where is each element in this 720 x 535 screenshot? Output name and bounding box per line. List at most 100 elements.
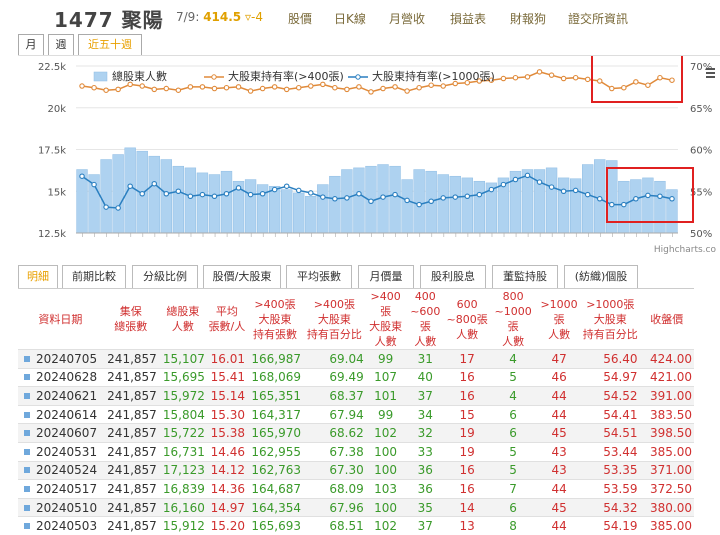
- tab-compare[interactable]: 前期比較: [62, 265, 126, 289]
- menu-icon-bar: [706, 68, 715, 70]
- column-header[interactable]: 600 ~800張 人數: [445, 288, 490, 350]
- cell-value: 164,687: [251, 481, 302, 496]
- tab-price-holder[interactable]: 股價/大股東: [203, 265, 281, 289]
- tab-ratio[interactable]: 分級比例: [132, 265, 198, 289]
- column-header[interactable]: >400張 大股東 持有百分比: [303, 288, 366, 350]
- cell-value: 6: [509, 407, 517, 422]
- bar: [413, 169, 425, 234]
- big-holder-1000-point: [115, 205, 121, 211]
- big-holder-1000-point: [368, 198, 374, 205]
- table-cell: 17: [445, 349, 490, 369]
- cell-value: 107: [374, 370, 398, 385]
- table-cell: 241,857: [102, 516, 159, 535]
- row-marker-icon: [24, 523, 30, 530]
- table-cell: 54.19: [581, 516, 640, 535]
- table-cell: 385.00: [639, 441, 694, 462]
- cell-value: 20240614: [36, 407, 98, 422]
- table-cell: 241,857: [102, 479, 159, 499]
- table-cell: 53.44: [581, 441, 640, 462]
- table-cell: 15.41: [206, 367, 247, 387]
- column-header[interactable]: 總股東 人數: [158, 288, 207, 350]
- column-header[interactable]: >1000張 人數: [537, 288, 582, 350]
- big-holder-400-point: [633, 79, 639, 85]
- bar: [148, 155, 160, 234]
- nav-statementdog[interactable]: 財報狗: [510, 10, 546, 27]
- big-holder-1000-point: [356, 191, 362, 197]
- cell-value: 19: [459, 444, 475, 459]
- table-cell: 56.40: [581, 349, 640, 369]
- cell-value: 43: [551, 444, 567, 459]
- tab-industry[interactable]: (紡織)個股: [564, 265, 638, 289]
- table-cell: 100: [365, 460, 406, 480]
- tab-detail[interactable]: 明細: [18, 265, 58, 289]
- tab-month[interactable]: 月: [18, 34, 44, 56]
- column-header[interactable]: 資料日期: [18, 288, 103, 350]
- table-cell: 54.52: [581, 386, 640, 406]
- cell-value: 16: [459, 481, 475, 496]
- row-marker-icon: [24, 355, 30, 362]
- cell-value: 17: [459, 351, 475, 366]
- table-cell: 4: [489, 349, 538, 369]
- big-holder-1000-point: [139, 191, 145, 197]
- table-cell: 424.00: [639, 349, 694, 369]
- big-holder-1000-point: [308, 190, 314, 196]
- big-holder-1000-point: [380, 194, 386, 200]
- column-header[interactable]: 平均 張數/人: [206, 288, 247, 350]
- table-cell: 20240524: [18, 460, 103, 480]
- table-cell: 45: [537, 497, 582, 517]
- column-header[interactable]: >400張 大股東 人數: [365, 288, 406, 350]
- tab-fifty-weeks[interactable]: 近五十週: [78, 34, 142, 56]
- chart-svg: 22.5k 70%20k 65%17.5k 60%15k 55%12.5k 50%High…: [38, 49, 716, 255]
- cell-value: 19: [459, 426, 475, 441]
- tab-directors[interactable]: 董監持股: [492, 265, 558, 289]
- nav-price[interactable]: 股價: [288, 10, 312, 27]
- table-cell: 14: [445, 497, 490, 517]
- column-header[interactable]: 400 ~600張 人數: [405, 288, 446, 350]
- column-header[interactable]: 集保 總張數: [102, 288, 159, 350]
- table-cell: 20240705: [18, 349, 103, 369]
- quote-date: 7/9:: [176, 10, 200, 24]
- big-holder-1000-point: [633, 196, 639, 202]
- table-cell: 107: [365, 367, 406, 387]
- row-marker-icon: [24, 374, 30, 381]
- table-cell: 20240614: [18, 404, 103, 424]
- cell-value: 372.50: [650, 481, 692, 496]
- table-cell: 16.01: [206, 349, 247, 369]
- cell-value: 100: [374, 463, 398, 478]
- big-holder-1000-point: [247, 191, 254, 198]
- quote-change: ▿-4: [244, 10, 263, 24]
- big-holder-400-point: [175, 87, 182, 93]
- table-cell: 164,317: [246, 404, 304, 424]
- big-holder-1000-point: [344, 195, 350, 201]
- nav-twse[interactable]: 證交所資訊: [568, 10, 628, 27]
- cell-value: 241,857: [107, 407, 157, 422]
- bar: [293, 192, 305, 234]
- tab-week[interactable]: 週: [48, 34, 74, 56]
- cell-value: 15,912: [162, 519, 205, 534]
- table-cell: 20240621: [18, 386, 103, 406]
- column-header[interactable]: 800 ~1000張 人數: [489, 288, 538, 350]
- column-header[interactable]: >400張 大股東 持有張數: [246, 288, 304, 350]
- table-cell: 44: [537, 386, 582, 406]
- tab-dividend[interactable]: 股利股息: [420, 265, 486, 289]
- tab-average[interactable]: 平均張數: [286, 265, 352, 289]
- table-cell: 164,354: [246, 497, 304, 517]
- cell-value: 54.19: [603, 519, 638, 534]
- big-holder-1000-point: [572, 187, 579, 194]
- column-header[interactable]: >1000張 大股東 持有百分比: [581, 288, 640, 350]
- nav-kline[interactable]: 日K線: [334, 10, 366, 27]
- cell-value: 100: [374, 444, 398, 459]
- nav-income[interactable]: 損益表: [450, 10, 486, 27]
- cell-value: 164,317: [251, 407, 302, 422]
- tab-monthly-volume[interactable]: 月價量: [358, 265, 414, 289]
- cell-value: 241,857: [107, 426, 157, 441]
- table-cell: 372.50: [639, 479, 694, 499]
- column-header[interactable]: 收盤價: [639, 288, 694, 350]
- y-left-tick-label: 15k: [47, 187, 66, 198]
- nav-revenue[interactable]: 月營收: [389, 10, 425, 27]
- cell-value: 165,693: [251, 519, 302, 534]
- cell-value: 102: [374, 426, 398, 441]
- cell-value: 162,763: [251, 463, 302, 478]
- cell-value: 45: [551, 426, 567, 441]
- big-holder-1000-point: [332, 196, 338, 202]
